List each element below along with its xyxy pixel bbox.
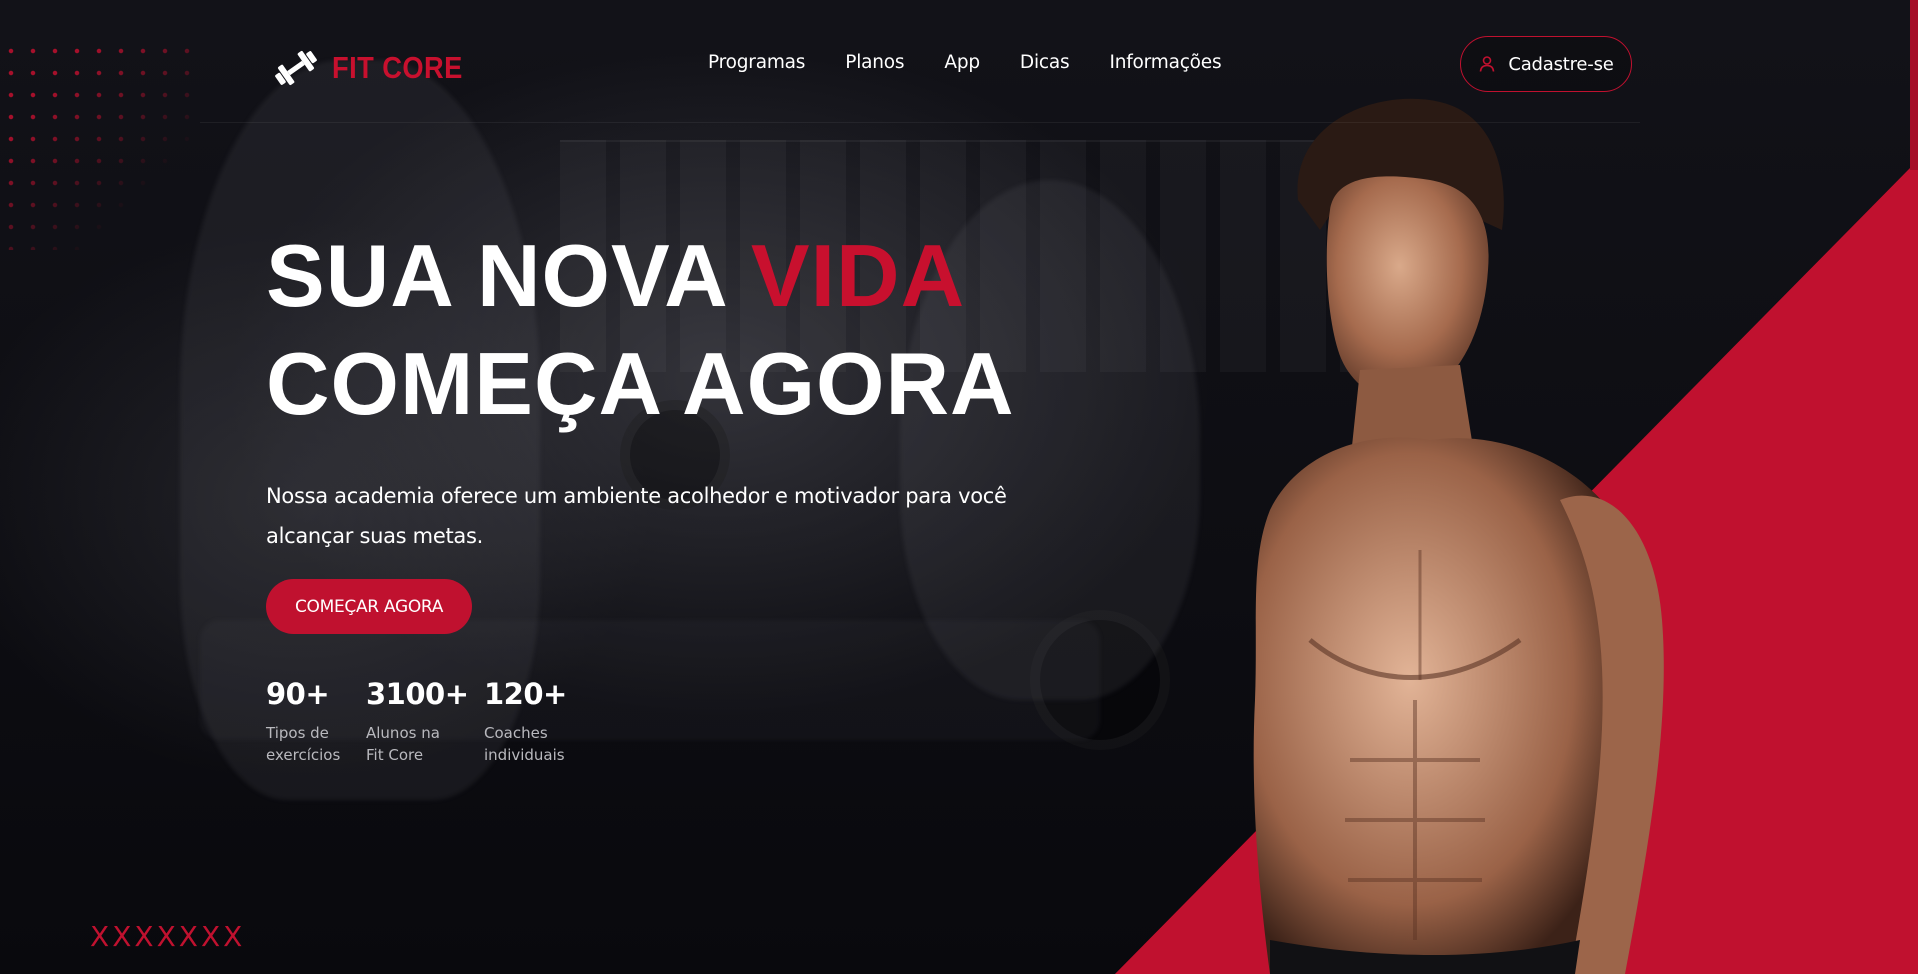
- x-marks-decoration: X X X X X X X: [90, 922, 242, 952]
- main-nav: Programas Planos App Dicas Informações: [708, 52, 1222, 73]
- hero-title-line2: COMEÇA AGORA: [266, 334, 1015, 433]
- hero-title-accent: VIDA: [750, 226, 966, 325]
- brand-name: FIT CORE: [332, 50, 463, 85]
- brand-logo[interactable]: FIT CORE: [272, 44, 481, 92]
- x-mark: X: [112, 920, 132, 953]
- start-now-button[interactable]: COMEÇAR AGORA: [266, 579, 472, 634]
- user-icon: [1480, 56, 1495, 72]
- signup-button[interactable]: Cadastre-se: [1460, 36, 1632, 92]
- athlete-photo: [1253, 98, 1664, 974]
- hero-title-part1: SUA NOVA: [266, 226, 751, 325]
- nav-item-planos[interactable]: Planos: [845, 52, 904, 73]
- stats-row: 90+ Tipos de exercícios 3100+ Alunos na …: [266, 672, 594, 766]
- landing-page: FIT CORE Programas Planos App Dicas Info…: [0, 0, 1918, 974]
- x-mark: X: [156, 920, 176, 953]
- stat-exercises: 90+ Tipos de exercícios: [266, 672, 366, 766]
- stat-value: 120+: [484, 677, 567, 711]
- nav-item-informacoes[interactable]: Informações: [1109, 52, 1221, 73]
- nav-item-app[interactable]: App: [944, 52, 980, 73]
- header-divider: [200, 122, 1640, 123]
- x-mark: X: [178, 920, 198, 953]
- stat-label: Coaches individuais: [484, 724, 565, 764]
- x-mark: X: [90, 920, 110, 953]
- hero-title: SUA NOVA VIDA COMEÇA AGORA: [266, 222, 1015, 438]
- x-mark: X: [200, 920, 221, 953]
- nav-item-dicas[interactable]: Dicas: [1020, 52, 1070, 73]
- stat-students: 3100+ Alunos na Fit Core: [366, 672, 484, 766]
- stat-coaches: 120+ Coaches individuais: [484, 672, 594, 766]
- stat-value: 90+: [266, 677, 330, 711]
- stat-value: 3100+: [366, 677, 469, 711]
- stat-label: Alunos na Fit Core: [366, 724, 440, 764]
- site-header: FIT CORE Programas Planos App Dicas Info…: [0, 0, 1918, 124]
- hero-description: Nossa academia oferece um ambiente acolh…: [266, 484, 1007, 548]
- x-mark: X: [223, 920, 243, 953]
- stat-label: Tipos de exercícios: [266, 724, 341, 764]
- nav-item-programas[interactable]: Programas: [708, 52, 805, 73]
- dumbbell-icon: [275, 50, 317, 86]
- x-mark: X: [134, 920, 154, 953]
- signup-label: Cadastre-se: [1508, 53, 1614, 75]
